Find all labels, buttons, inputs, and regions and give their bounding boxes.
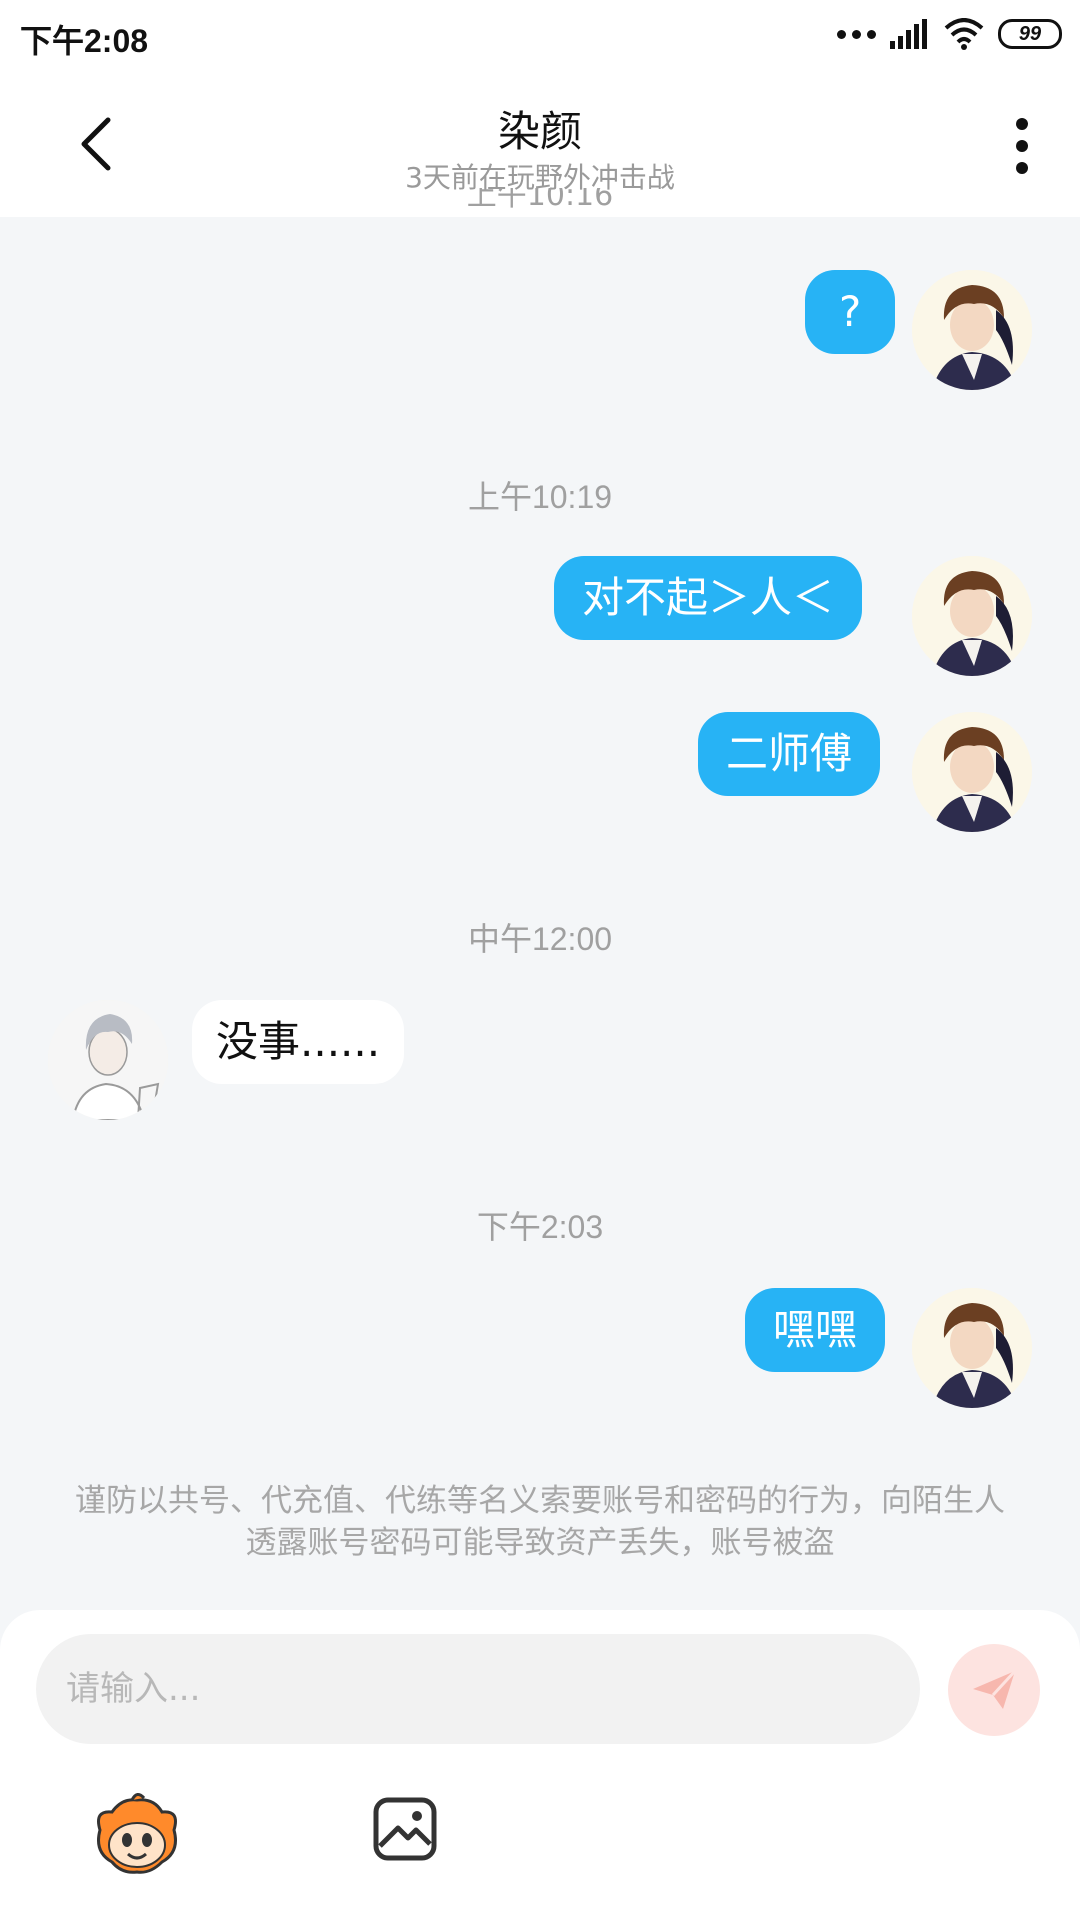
message-bubble-outgoing[interactable]: 对不起＞人＜	[554, 556, 863, 640]
my-avatar[interactable]	[912, 1288, 1032, 1408]
timestamp-partial: 上午10:16	[466, 188, 614, 213]
contact-avatar[interactable]	[48, 1000, 168, 1120]
message-bubble-outgoing[interactable]: ?	[805, 270, 896, 354]
my-avatar[interactable]	[912, 556, 1032, 676]
more-vertical-icon[interactable]	[1002, 116, 1042, 176]
timestamp: 下午2:03	[476, 1209, 604, 1245]
status-time: 下午2:08	[20, 23, 149, 59]
my-avatar[interactable]	[912, 712, 1032, 832]
emoji-mascot-icon[interactable]	[92, 1790, 182, 1880]
message-bubble-outgoing[interactable]: 二师傅	[698, 712, 881, 796]
timestamp: 上午10:19	[467, 479, 613, 515]
timestamp: 中午12:00	[467, 921, 613, 957]
contact-name: 染颜	[497, 107, 582, 156]
signal-icon	[890, 19, 927, 49]
image-icon[interactable]	[372, 1796, 438, 1862]
wifi-icon	[944, 18, 984, 50]
send-button[interactable]	[948, 1644, 1040, 1736]
security-notice: 谨防以共号、代充值、代练等名义索要账号和密码的行为，向陌生人透露账号密码可能导致…	[75, 1483, 1005, 1561]
message-input[interactable]	[36, 1634, 920, 1744]
my-avatar[interactable]	[912, 270, 1032, 390]
status-icons: 99	[837, 18, 1062, 50]
input-panel	[0, 1610, 1080, 1920]
send-icon	[973, 1669, 1017, 1709]
status-bar: 下午2:08 99	[0, 0, 1080, 72]
message-bubble-incoming[interactable]: 没事......	[192, 1000, 405, 1084]
more-notifications-icon	[837, 29, 876, 39]
battery-indicator: 99	[998, 19, 1062, 49]
message-bubble-outgoing[interactable]: 嘿嘿	[745, 1288, 886, 1372]
